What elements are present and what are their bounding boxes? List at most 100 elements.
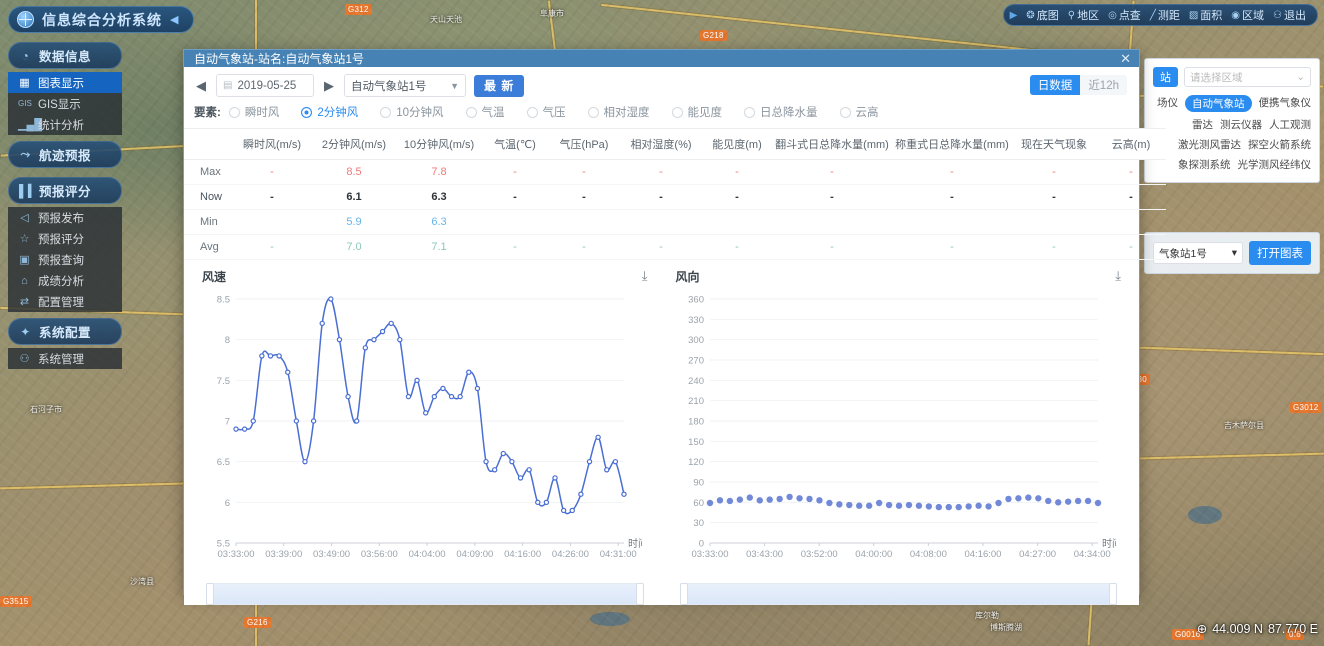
wind-speed-chart-zoom-slider[interactable] — [206, 583, 644, 605]
range-daily-button[interactable]: 日数据 — [1029, 75, 1081, 95]
radio-2min-wind[interactable]: 2分钟风 — [301, 104, 358, 120]
table-header-row: 瞬时风(m/s) 2分钟风(m/s) 10分钟风(m/s) 气温(℃) 气压(h… — [184, 128, 1166, 160]
cell: - — [620, 159, 702, 185]
element-group-label: 要素: — [194, 107, 221, 119]
cell: 7.1 — [396, 234, 482, 260]
cell: - — [482, 184, 548, 210]
cell: 6.3 — [396, 184, 482, 210]
cell — [548, 209, 620, 235]
radio-dot-icon — [671, 106, 683, 118]
radio-10min-wind[interactable]: 10分钟风 — [380, 104, 444, 120]
sidebar-item-forecast-score[interactable]: ☆ 预报评分 — [8, 228, 122, 249]
device-chip-2[interactable]: 便携气象仪 — [1259, 95, 1312, 112]
device-chip-7[interactable]: 探空火箭系统 — [1248, 137, 1311, 152]
svg-text:04:31:00: 04:31:00 — [600, 549, 637, 560]
close-icon[interactable]: ✕ — [1120, 52, 1131, 65]
date-value: 2019-05-25 — [237, 79, 297, 92]
device-chip-5[interactable]: 人工观测 — [1269, 117, 1311, 132]
sidebar-item-statistics[interactable]: ▁▄█ 统计分析 — [8, 114, 122, 135]
wind-direction-chart[interactable]: 0 30 60 90 120 150 180 210 240 270 300 330 360 03:33:… — [668, 287, 1116, 577]
dialog-station-value: 自动气象站1号 — [351, 80, 427, 93]
chart-icon: ▌▍ — [19, 183, 38, 198]
svg-text:03:33:00: 03:33:00 — [218, 549, 255, 560]
wind-speed-chart[interactable]: 5.5 6 6.5 7 7.5 8 8.5 03:33:00 03:39:00 03:49:00 0… — [194, 287, 642, 577]
radio-label: 气温 — [481, 107, 505, 119]
device-chip-9[interactable]: 光学测风经纬仪 — [1238, 157, 1312, 172]
globe-icon — [17, 11, 34, 28]
toolbar-item-label: 地区 — [1077, 10, 1100, 22]
toolbar-measure-distance-button[interactable]: ╱ 测距 — [1147, 7, 1183, 23]
svg-text:03:33:00: 03:33:00 — [691, 549, 728, 560]
slider-handle-left[interactable] — [679, 583, 688, 605]
open-chart-button[interactable]: 打开图表 — [1249, 241, 1311, 265]
sidebar-item-chart-display[interactable]: ▦ 图表显示 — [8, 72, 122, 93]
toolbar-point-query-button[interactable]: ◎ 点查 — [1105, 7, 1144, 23]
latest-button[interactable]: 最 新 — [474, 74, 525, 97]
sidebar-submenu-data-info: ▦ 图表显示 GIS GIS显示 ▁▄█ 统计分析 — [8, 72, 122, 135]
dialog-station-select[interactable]: 自动气象站1号 ▼ — [344, 74, 466, 97]
sidebar-item-gis-display[interactable]: GIS GIS显示 — [8, 93, 122, 114]
col-head-8: 翻斗式日总降水量(mm) — [772, 128, 892, 160]
dialog-body: ◀ ▤ 2019-05-25 ▶ 自动气象站1号 ▼ 最 新 日数据 近12h — [184, 67, 1166, 605]
download-icon[interactable]: ⤓ — [642, 268, 648, 284]
next-day-button[interactable]: ▶ — [322, 78, 336, 94]
range-12h-button[interactable]: 近12h — [1080, 75, 1127, 95]
wind-direction-chart-zoom-slider[interactable] — [679, 583, 1117, 605]
station-select[interactable]: 气象站1号 ▾ — [1153, 242, 1243, 264]
svg-text:300: 300 — [688, 335, 704, 346]
toolbar-exit-button[interactable]: ⚇ 退出 — [1270, 7, 1309, 23]
radio-pressure[interactable]: 气压 — [526, 104, 566, 120]
sidebar-group-system-config[interactable]: ✦ 系统配置 — [8, 318, 122, 345]
toolbar-zone-button[interactable]: ◉ 区域 — [1228, 7, 1267, 23]
device-chip-0[interactable]: 场仪 — [1157, 95, 1178, 112]
slider-handle-right[interactable] — [1109, 583, 1117, 605]
device-chip-6[interactable]: 激光测风雷达 — [1178, 137, 1241, 152]
slider-fill — [680, 584, 1116, 604]
sidebar-group-data-info[interactable]: ◔ 数据信息 — [8, 42, 122, 69]
cell: - — [1096, 159, 1166, 185]
sidebar-group-track-forecast[interactable]: ⤳ 航迹预报 — [8, 141, 122, 168]
device-chip-3[interactable]: 雷达 — [1192, 117, 1213, 132]
device-chip-1[interactable]: 自动气象站 — [1185, 95, 1252, 112]
sidebar-item-config-manage[interactable]: ⇄ 配置管理 — [8, 291, 122, 312]
device-chip-4[interactable]: 测云仪器 — [1220, 117, 1262, 132]
sidebar-item-forecast-query[interactable]: ▣ 预报查询 — [8, 249, 122, 270]
toolbar-item-label: 区域 — [1242, 10, 1265, 22]
slider-handle-right[interactable] — [635, 583, 644, 605]
toolbar-measure-area-button[interactable]: ▨ 面积 — [1186, 7, 1225, 23]
radio-cloud-height[interactable]: 云高 — [839, 104, 879, 120]
radio-humidity[interactable]: 相对湿度 — [587, 104, 650, 120]
cell: 7.8 — [396, 159, 482, 185]
toolbar-region-button[interactable]: ⚲ 地区 — [1065, 7, 1102, 23]
cell: - — [892, 234, 1012, 260]
sidebar-item-system-manage[interactable]: ⚇ 系统管理 — [8, 348, 122, 369]
date-picker[interactable]: ▤ 2019-05-25 — [216, 74, 314, 97]
sidebar-item-result-analysis[interactable]: ⌂ 成绩分析 — [8, 270, 122, 291]
statistics-table: 瞬时风(m/s) 2分钟风(m/s) 10分钟风(m/s) 气温(℃) 气压(h… — [184, 128, 1166, 260]
pin-icon: ⚲ — [1067, 9, 1076, 21]
cell: 6.3 — [396, 209, 482, 235]
radio-visibility[interactable]: 能见度 — [671, 104, 722, 120]
slider-handle-left[interactable] — [206, 583, 214, 605]
circle-dot-icon: ◉ — [1231, 9, 1241, 21]
prev-day-button[interactable]: ◀ — [194, 78, 208, 94]
station-badge[interactable]: 站 — [1153, 67, 1178, 87]
table-row: Max - 8.5 7.8 - - - - - - - - — [184, 159, 1166, 185]
radio-temperature[interactable]: 气温 — [465, 104, 505, 120]
cell: - — [482, 159, 548, 185]
radio-daily-precip[interactable]: 日总降水量 — [744, 104, 818, 120]
device-chip-8[interactable]: 象探测系统 — [1178, 157, 1231, 172]
col-head-10: 现在天气现象 — [1012, 128, 1096, 160]
app-brand[interactable]: 信息综合分析系统 ◀ — [8, 6, 195, 33]
col-head-9: 称重式日总降水量(mm) — [892, 128, 1012, 160]
region-select[interactable]: 请选择区域 ⌄ — [1184, 67, 1311, 87]
toolbar-expand-icon[interactable]: ▶ — [1010, 10, 1018, 21]
sidebar-group-forecast-score[interactable]: ▌▍ 预报评分 — [8, 177, 122, 204]
toolbar-basemap-button[interactable]: ❂ 底图 — [1023, 7, 1061, 23]
toolbar-item-label: 底图 — [1036, 10, 1059, 22]
radio-label: 日总降水量 — [760, 107, 818, 119]
download-icon[interactable]: ⤓ — [1115, 268, 1121, 284]
collapse-sidebar-icon[interactable]: ◀ — [170, 13, 179, 26]
sidebar-item-forecast-publish[interactable]: ◁ 预报发布 — [8, 207, 122, 228]
radio-instant-wind[interactable]: 瞬时风 — [228, 104, 279, 120]
